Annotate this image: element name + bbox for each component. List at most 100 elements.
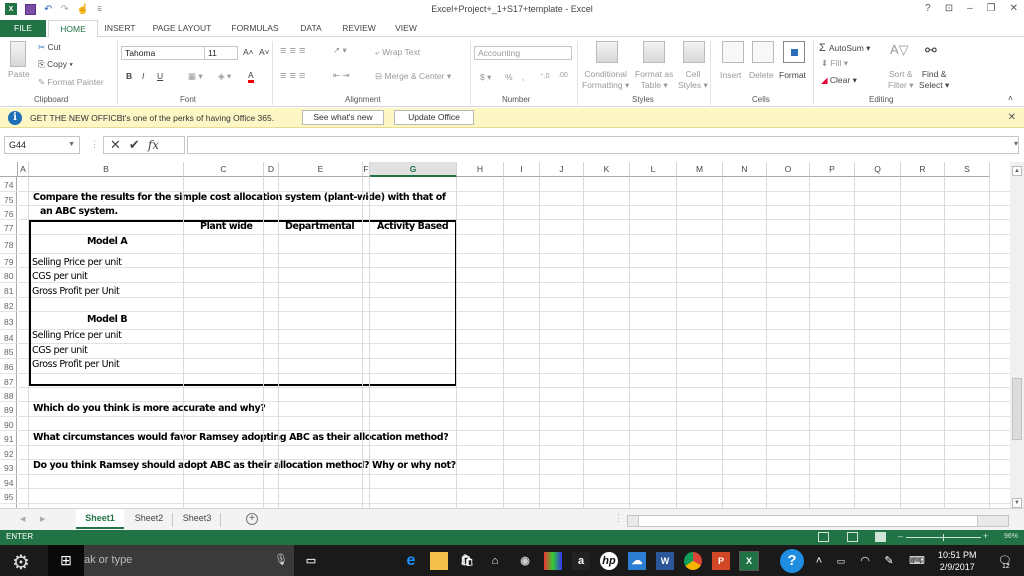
format-cells-button[interactable]: Format [779, 70, 806, 80]
comma-button[interactable]: ‚ [522, 72, 524, 82]
cut-button[interactable]: ✂ Cut [38, 42, 61, 53]
paste-icon[interactable] [10, 41, 26, 67]
row-header[interactable]: 85 [0, 344, 17, 359]
format-cells-icon[interactable] [783, 41, 805, 63]
enter-icon[interactable]: ✔ [129, 137, 140, 153]
cell-styles-icon[interactable] [683, 41, 705, 63]
cell-styles-button[interactable]: Cell Styles ▾ [678, 69, 708, 91]
file-explorer-icon[interactable] [430, 552, 448, 570]
shrink-font-button[interactable]: A˅ [259, 47, 270, 57]
pen-icon[interactable]: ✎ [880, 552, 898, 570]
copy-button[interactable]: ⎘ Copy ▾ [38, 59, 73, 70]
vertical-scrollbar[interactable]: ▲ ▼ [1010, 162, 1024, 508]
word-icon[interactable]: W [656, 552, 674, 570]
model-b-row[interactable]: Selling Price per unit [32, 330, 122, 341]
format-as-table-icon[interactable] [643, 41, 665, 63]
column-header[interactable]: G [370, 162, 457, 177]
currency-button[interactable]: $ ▾ [480, 72, 491, 83]
fill-color-icon[interactable]: ◈ ▾ [218, 71, 231, 82]
model-a-title[interactable]: Model A [87, 236, 128, 247]
expand-formula-bar-icon[interactable]: ▾ [1014, 139, 1018, 148]
model-a-row[interactable]: Selling Price per unit [32, 257, 122, 268]
row-header[interactable]: 93 [0, 460, 17, 475]
select-all-corner[interactable] [0, 162, 18, 177]
column-header[interactable]: N [723, 162, 767, 177]
microphone-icon[interactable]: 🎙 [274, 553, 288, 566]
question-3[interactable]: Do you think Ramsey should adopt ABC as … [33, 460, 456, 471]
add-sheet-button[interactable]: + [246, 513, 258, 525]
column-header[interactable]: M [677, 162, 723, 177]
orientation-icon[interactable]: ↗ ▾ [333, 45, 347, 56]
row-header[interactable]: 75 [0, 192, 17, 206]
italic-button[interactable]: I [142, 71, 144, 81]
vertical-scroll-thumb[interactable] [1012, 378, 1022, 440]
minimize-icon[interactable]: – [967, 3, 973, 14]
tab-split-handle[interactable]: ⋮ [614, 513, 623, 524]
amazon-icon[interactable]: a [572, 552, 590, 570]
number-format-select[interactable]: Accounting [474, 46, 572, 60]
see-whats-new-button[interactable]: See what's new [302, 110, 384, 125]
heading-line-1[interactable]: Compare the results for the simple cost … [33, 192, 446, 203]
bold-button[interactable]: B [126, 71, 132, 81]
row-header[interactable]: 94 [0, 475, 17, 489]
column-header[interactable]: E [279, 162, 363, 177]
model-a-row[interactable]: Gross Profit per Unit [32, 286, 120, 297]
zoom-level[interactable]: 96% [1004, 533, 1018, 540]
align-left-icon[interactable]: ≡ ≡ ≡ [280, 70, 305, 82]
help-icon[interactable]: ? [925, 3, 931, 14]
tab-view[interactable]: VIEW [390, 20, 422, 37]
scroll-down-icon[interactable]: ▼ [1012, 498, 1022, 508]
column-header[interactable]: D [264, 162, 279, 177]
merge-center-button[interactable]: ⊟ Merge & Center ▾ [375, 71, 451, 82]
format-as-table-button[interactable]: Format as Table ▾ [635, 69, 673, 91]
previous-sheet-icon[interactable]: ◀ [20, 515, 25, 523]
ribbon-display-options-icon[interactable]: ⊡ [945, 3, 953, 14]
row-header[interactable]: 79 [0, 254, 17, 268]
font-color-button[interactable]: A [248, 70, 254, 83]
row-header[interactable]: 84 [0, 330, 17, 344]
column-header[interactable]: P [810, 162, 855, 177]
align-top-icon[interactable]: ≡ ≡ ≡ [280, 45, 305, 57]
tab-data[interactable]: DATA [294, 20, 328, 37]
tab-insert[interactable]: INSERT [100, 20, 140, 37]
borders-icon[interactable]: ▦ ▾ [188, 71, 203, 82]
question-2[interactable]: What circumstances would favor Ramsey ad… [33, 432, 449, 443]
normal-view-icon[interactable] [818, 532, 829, 542]
row-header[interactable]: 81 [0, 283, 17, 298]
font-size-select[interactable]: 11 [204, 46, 238, 60]
tab-page-layout[interactable]: PAGE LAYOUT [148, 20, 216, 37]
conditional-formatting-icon[interactable] [596, 41, 618, 63]
close-icon[interactable]: ✕ [1010, 3, 1018, 14]
autosum-button[interactable]: Σ AutoSum ▾ [819, 42, 870, 54]
tab-formulas[interactable]: FORMULAS [226, 20, 284, 37]
fill-button[interactable]: ⬇ Fill ▾ [821, 58, 848, 69]
column-header[interactable]: H [457, 162, 504, 177]
row-header[interactable]: 83 [0, 312, 17, 330]
column-header[interactable]: F [363, 162, 370, 177]
row-header[interactable]: 88 [0, 388, 17, 402]
delete-cells-icon[interactable] [752, 41, 774, 63]
tab-home[interactable]: HOME [48, 20, 98, 38]
insert-cells-button[interactable]: Insert [720, 70, 741, 80]
decrease-decimal-button[interactable]: .00 [558, 72, 568, 79]
restore-icon[interactable]: ❐ [987, 3, 996, 14]
zoom-in-icon[interactable]: + [983, 531, 988, 541]
delete-cells-button[interactable]: Delete [749, 70, 774, 80]
scroll-up-icon[interactable]: ▲ [1012, 166, 1022, 176]
row-header[interactable]: 89 [0, 402, 17, 417]
spreadsheet-grid[interactable]: Compare the results for the simple cost … [0, 162, 1010, 508]
start-button[interactable]: ⊞ [48, 545, 84, 576]
increase-decimal-button[interactable]: ⁺.0 [540, 72, 550, 80]
column-header[interactable]: B [29, 162, 184, 177]
font-name-select[interactable]: Tahoma [121, 46, 205, 60]
column-header[interactable]: O [767, 162, 810, 177]
row-header[interactable]: 74 [0, 177, 17, 192]
row-header[interactable]: 82 [0, 298, 17, 312]
insert-cells-icon[interactable] [722, 41, 744, 63]
indent-icon[interactable]: ⇤ ⇥ [333, 70, 350, 81]
row-header[interactable]: 78 [0, 235, 17, 254]
tab-file[interactable]: FILE [0, 20, 46, 37]
name-box[interactable]: G44 ▼ [4, 136, 80, 154]
sheet-tab-sheet1[interactable]: Sheet1 [76, 509, 124, 529]
store-icon[interactable]: 🛍 [458, 552, 476, 570]
